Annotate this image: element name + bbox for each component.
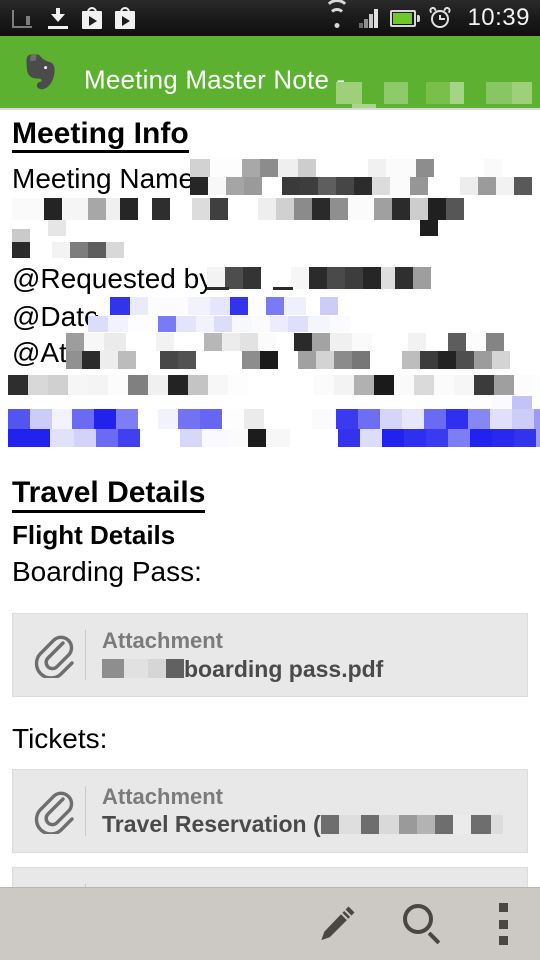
play-store-icon bbox=[115, 7, 135, 29]
paperclip-icon bbox=[23, 632, 85, 679]
redaction-block bbox=[416, 814, 435, 834]
redaction-block bbox=[470, 814, 491, 834]
bar-chart-icon bbox=[12, 8, 34, 28]
overflow-menu-button[interactable] bbox=[466, 888, 540, 960]
redaction-block bbox=[398, 814, 417, 834]
redaction-block bbox=[102, 659, 124, 679]
redaction-block-link[interactable] bbox=[88, 315, 350, 333]
redaction-block bbox=[378, 814, 399, 834]
title-redaction bbox=[336, 82, 540, 108]
field-label-tickets: Tickets: bbox=[12, 723, 108, 755]
field-label-meeting-name: Meeting Name: bbox=[12, 163, 202, 195]
evernote-note-screen: 10:39 Meeting Master Note - Meeting Info… bbox=[0, 0, 540, 960]
edit-button[interactable] bbox=[294, 888, 380, 960]
redaction-block bbox=[66, 351, 510, 370]
redaction-block bbox=[190, 177, 540, 196]
play-store-icon bbox=[82, 7, 102, 29]
attachment-label: Attachment bbox=[102, 783, 224, 809]
redaction-block bbox=[166, 659, 184, 679]
status-bar: 10:39 bbox=[0, 0, 540, 36]
section-heading-meeting-info: Meeting Info bbox=[12, 117, 189, 154]
status-bar-notification-icons bbox=[12, 7, 135, 29]
field-label-requested-by: @Requested by: bbox=[12, 263, 221, 295]
page-title: Meeting Master Note - bbox=[84, 64, 346, 95]
field-label-boarding-pass: Boarding Pass: bbox=[12, 555, 202, 587]
redaction-block bbox=[360, 814, 379, 834]
app-header: Meeting Master Note - bbox=[0, 36, 540, 108]
redaction-block-link[interactable] bbox=[8, 409, 540, 430]
status-bar-system-icons: 10:39 bbox=[324, 0, 530, 32]
wifi-icon bbox=[324, 0, 351, 28]
search-icon bbox=[403, 904, 443, 945]
redaction-block-link[interactable] bbox=[8, 429, 540, 448]
attachment-filename-text: Travel Reservation ( bbox=[102, 811, 321, 838]
evernote-elephant-icon[interactable] bbox=[16, 50, 62, 96]
redaction-block bbox=[66, 333, 504, 352]
battery-icon bbox=[390, 9, 421, 27]
redaction-underscore bbox=[273, 287, 293, 291]
redaction-block bbox=[207, 267, 431, 290]
download-icon bbox=[47, 7, 69, 29]
redaction-underscore bbox=[207, 287, 229, 291]
redaction-block bbox=[434, 814, 453, 834]
subheading-flight-details: Flight Details bbox=[12, 519, 176, 550]
redaction-block bbox=[124, 659, 148, 679]
search-button[interactable] bbox=[380, 888, 466, 960]
redaction-block bbox=[452, 814, 471, 834]
bottom-toolbar bbox=[0, 887, 540, 960]
status-bar-clock: 10:39 bbox=[467, 4, 530, 31]
card-divider bbox=[85, 630, 86, 681]
card-divider bbox=[85, 785, 86, 836]
redaction-block bbox=[148, 659, 166, 679]
attachment-filename-text: boarding pass.pdf bbox=[184, 655, 384, 682]
attachment-filename: Travel Reservation ( bbox=[102, 811, 503, 837]
attachment-card[interactable]: Attachment bbox=[12, 866, 528, 887]
redaction-block bbox=[8, 375, 540, 396]
attachment-filename: boarding pass.pdf bbox=[102, 656, 383, 682]
redaction-block bbox=[12, 241, 124, 259]
redaction-block bbox=[190, 159, 540, 178]
redaction-block bbox=[338, 814, 361, 834]
redaction-block-link[interactable] bbox=[96, 297, 338, 316]
attachment-card[interactable]: Attachment Travel Reservation ( bbox=[12, 768, 528, 853]
signal-icon bbox=[359, 8, 381, 28]
section-heading-travel-details: Travel Details bbox=[12, 477, 206, 513]
attachment-card[interactable]: Attachment boarding pass.pdf bbox=[12, 613, 528, 698]
redaction-block bbox=[320, 814, 339, 834]
more-vertical-icon bbox=[498, 903, 508, 945]
redaction-block bbox=[12, 198, 464, 221]
attachment-label: Attachment bbox=[102, 628, 224, 654]
note-content[interactable]: Meeting Info Meeting Name: @Requested by… bbox=[0, 108, 540, 887]
alarm-clock-icon bbox=[428, 5, 453, 29]
redaction-block bbox=[490, 814, 503, 834]
paperclip-icon bbox=[23, 788, 85, 834]
